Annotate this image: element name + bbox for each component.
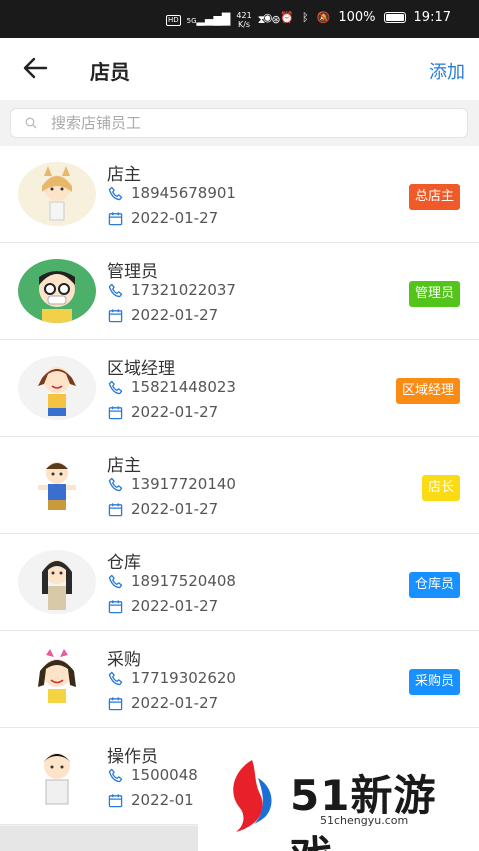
watermark-url: 51chengyu.com <box>320 814 409 827</box>
status-bar: HD 5G▂▄▆█ 421 K/s ⧗ ⊛ ◉ ⏰ ᛒ 🔕 100% 19:17 <box>0 0 479 38</box>
avatar <box>18 162 96 226</box>
search-input[interactable] <box>51 114 431 132</box>
watermark: 51新游戏 51chengyu.com <box>198 742 479 851</box>
avatar <box>18 647 96 711</box>
battery-icon <box>383 12 406 23</box>
role-tag: 店长 <box>421 475 460 501</box>
phone-number: 18917520408 <box>131 572 236 590</box>
bottom-area <box>0 826 198 851</box>
phone-number: 1500048 <box>131 766 198 784</box>
battery-percent: 100% <box>338 10 376 25</box>
phone-line: 17719302620 <box>107 669 236 687</box>
phone-icon <box>107 476 124 493</box>
phone-line: 18945678901 <box>107 184 236 202</box>
phone-number: 17719302620 <box>131 669 236 687</box>
signal-label: 5G <box>186 16 197 25</box>
staff-row[interactable]: 区域经理 15821448023 2022-01-27 区域经理 <box>0 340 479 437</box>
search-box[interactable] <box>10 108 468 138</box>
phone-icon <box>107 573 124 590</box>
calendar-icon <box>107 598 124 615</box>
phone-icon <box>107 185 124 202</box>
role-tag: 管理员 <box>408 281 460 307</box>
join-date: 2022-01-27 <box>131 403 219 421</box>
phone-line: 1500048 <box>107 766 198 784</box>
page-title: 店员 <box>90 60 130 84</box>
phone-number: 15821448023 <box>131 378 236 396</box>
calendar-icon <box>107 307 124 324</box>
staff-name: 店主 <box>107 165 141 185</box>
signal-icon: 5G▂▄▆█ <box>186 12 231 26</box>
staff-name: 采购 <box>107 650 141 670</box>
date-line: 2022-01-27 <box>107 694 218 712</box>
date-line: 2022-01-27 <box>107 306 218 324</box>
clock: 19:17 <box>413 10 451 25</box>
network-speed-unit: K/s <box>237 20 251 29</box>
staff-list: 店主 18945678901 2022-01-27 总店主 管理员 173210… <box>0 146 479 825</box>
add-button[interactable]: 添加 <box>429 58 465 84</box>
staff-name: 区域经理 <box>107 359 175 379</box>
hd-icon: HD <box>166 14 181 26</box>
calendar-icon <box>107 501 124 518</box>
network-speed-value: 421 <box>236 11 252 20</box>
join-date: 2022-01-27 <box>131 306 219 324</box>
phone-number: 13917720140 <box>131 475 236 493</box>
role-tag: 仓库员 <box>408 572 460 598</box>
date-line: 2022-01-27 <box>107 597 218 615</box>
date-line: 2022-01-27 <box>107 209 218 227</box>
phone-number: 18945678901 <box>131 184 236 202</box>
staff-row[interactable]: 仓库 18917520408 2022-01-27 仓库员 <box>0 534 479 631</box>
phone-line: 15821448023 <box>107 378 236 396</box>
watermark-brand: 51新游戏 <box>290 771 437 851</box>
staff-row[interactable]: 店主 13917720140 2022-01-27 店长 <box>0 437 479 534</box>
phone-number: 17321022037 <box>131 281 236 299</box>
calendar-icon <box>107 792 124 809</box>
avatar <box>18 744 96 808</box>
avatar <box>18 550 96 614</box>
join-date: 2022-01-27 <box>131 500 219 518</box>
staff-name: 店主 <box>107 456 141 476</box>
date-line: 2022-01-27 <box>107 500 218 518</box>
phone-line: 13917720140 <box>107 475 236 493</box>
watermark-logo-icon <box>233 760 272 832</box>
avatar <box>18 259 96 323</box>
phone-icon <box>107 670 124 687</box>
alarm-icon: ⏰ <box>280 10 295 24</box>
calendar-icon <box>107 210 124 227</box>
avatar <box>18 453 96 517</box>
role-tag: 采购员 <box>408 669 460 695</box>
staff-name: 操作员 <box>107 747 158 767</box>
phone-line: 17321022037 <box>107 281 236 299</box>
date-line: 2022-01 <box>107 791 194 809</box>
phone-icon <box>107 767 124 784</box>
role-tag: 总店主 <box>408 184 460 210</box>
join-date: 2022-01-27 <box>131 694 219 712</box>
staff-row[interactable]: 管理员 17321022037 2022-01-27 管理员 <box>0 243 479 340</box>
eye-icon: ◉ <box>262 10 273 24</box>
mute-icon: 🔕 <box>316 10 331 24</box>
join-date: 2022-01 <box>131 791 194 809</box>
search-bar <box>0 100 479 146</box>
avatar <box>18 356 96 420</box>
app-header: 店员 添加 <box>0 38 479 100</box>
phone-icon <box>107 379 124 396</box>
bluetooth-icon: ᛒ <box>302 10 309 24</box>
network-speed: 421 K/s <box>236 11 251 29</box>
staff-row[interactable]: 采购 17719302620 2022-01-27 采购员 <box>0 631 479 728</box>
role-tag: 区域经理 <box>395 378 460 404</box>
calendar-icon <box>107 695 124 712</box>
join-date: 2022-01-27 <box>131 597 219 615</box>
date-line: 2022-01-27 <box>107 403 218 421</box>
search-icon <box>25 117 37 129</box>
staff-row[interactable]: 店主 18945678901 2022-01-27 总店主 <box>0 146 479 243</box>
calendar-icon <box>107 404 124 421</box>
phone-icon <box>107 282 124 299</box>
staff-name: 仓库 <box>107 553 141 573</box>
join-date: 2022-01-27 <box>131 209 219 227</box>
back-arrow-icon[interactable] <box>22 56 48 80</box>
phone-line: 18917520408 <box>107 572 236 590</box>
staff-name: 管理员 <box>107 262 158 282</box>
